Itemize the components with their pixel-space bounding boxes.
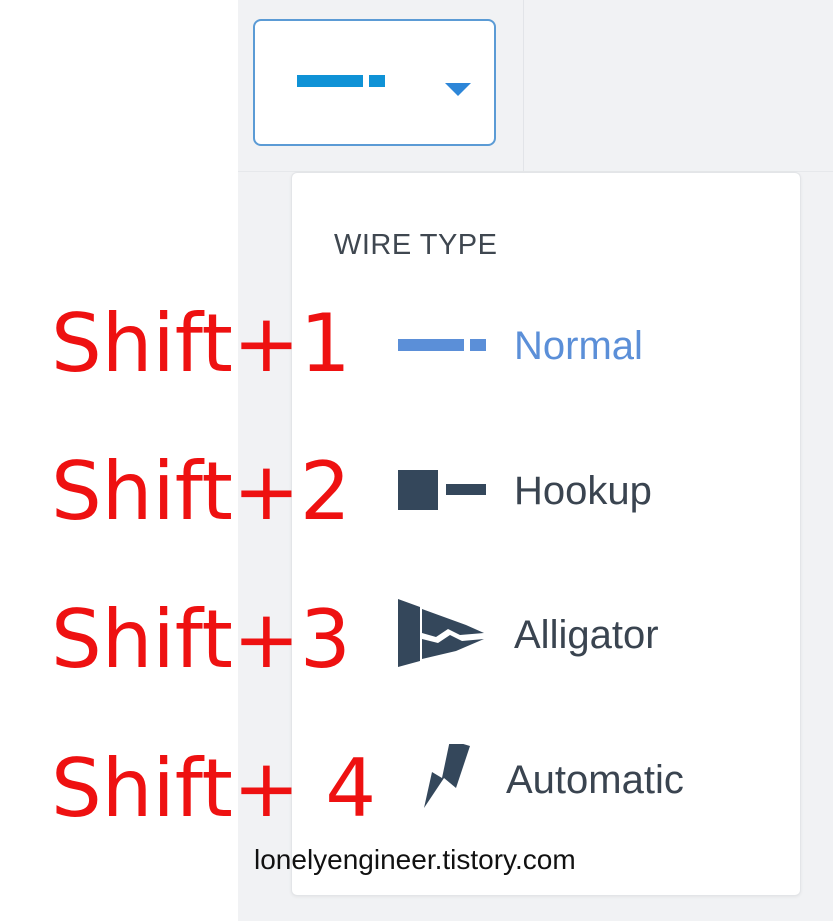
alligator-clip-icon: [398, 599, 484, 667]
shortcut-label-normal: Shift+1: [51, 297, 351, 390]
menu-item-label: Alligator: [514, 613, 659, 657]
shortcut-label-hookup: Shift+2: [51, 445, 351, 538]
watermark: lonelyengineer.tistory.com: [254, 844, 576, 875]
menu-item-alligator[interactable]: Alligator: [392, 599, 772, 669]
menu-item-label: Hookup: [514, 469, 652, 513]
lightning-bolt-icon: [424, 744, 470, 808]
menu-item-label: Normal: [514, 324, 643, 368]
caret-down-icon[interactable]: [445, 83, 471, 96]
menu-item-label: Automatic: [506, 758, 684, 802]
menu-item-hookup[interactable]: Hookup: [392, 455, 772, 525]
shortcut-label-automatic: Shift+ 4: [51, 742, 377, 835]
toolbar-divider: [523, 0, 524, 172]
menu-heading: WIRE TYPE: [334, 229, 498, 261]
normal-wire-icon: [297, 75, 385, 87]
shortcut-label-alligator: Shift+3: [51, 593, 351, 686]
screenshot-canvas: WIRE TYPE Normal Hookup Alligator Automa…: [0, 0, 833, 921]
hookup-wire-icon: [398, 470, 486, 510]
menu-item-automatic[interactable]: Automatic: [392, 744, 772, 814]
normal-wire-icon: [398, 339, 486, 351]
wire-type-dropdown[interactable]: [253, 19, 496, 146]
menu-item-normal[interactable]: Normal: [392, 310, 772, 380]
